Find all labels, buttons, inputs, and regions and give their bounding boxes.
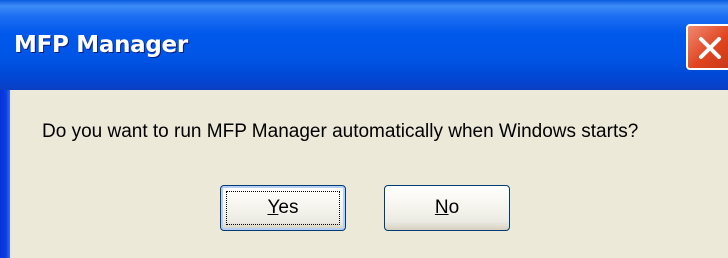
dialog-message: Do you want to run MFP Manager automatic…: [42, 121, 639, 142]
title-bar[interactable]: MFP Manager: [0, 0, 728, 90]
no-button[interactable]: No: [384, 185, 510, 231]
dialog-window: MFP Manager Do you want to run MFP Manag…: [0, 0, 728, 258]
window-title: MFP Manager: [14, 32, 188, 58]
no-accelerator: N: [434, 197, 449, 218]
no-button-label: No: [435, 197, 459, 219]
yes-button[interactable]: Yes: [220, 185, 346, 231]
close-button[interactable]: [686, 24, 728, 70]
window-left-border: [0, 90, 10, 258]
focus-ring: [226, 191, 340, 225]
dialog-body: Do you want to run MFP Manager automatic…: [10, 90, 728, 258]
no-label-rest: o: [448, 197, 460, 218]
